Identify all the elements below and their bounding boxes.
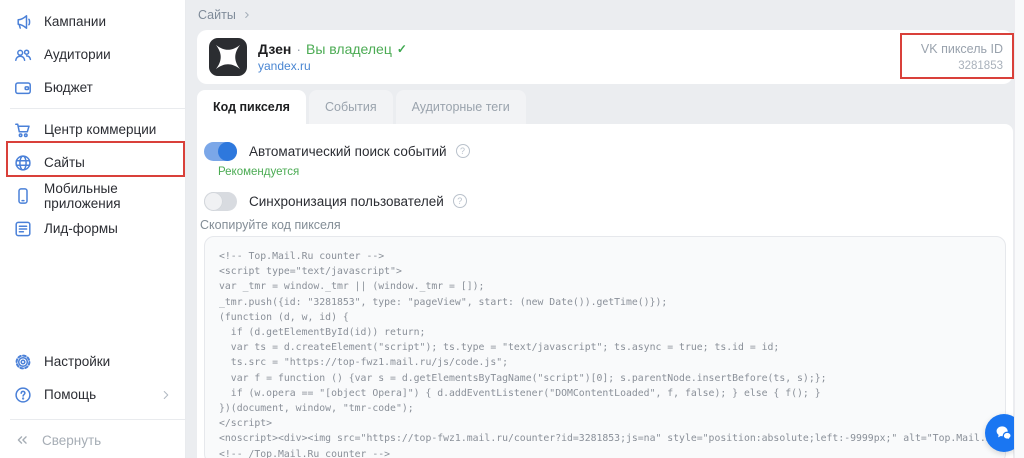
code-line: if (w.opera == "[object Opera]") { d.add… xyxy=(219,386,991,401)
code-line: var f = function () {var s = d.getElemen… xyxy=(219,371,991,386)
breadcrumb-sites-link[interactable]: Сайты xyxy=(198,8,236,22)
audience-icon xyxy=(13,45,33,65)
pixel-code-panel: Автоматический поиск событий ? Рекоменду… xyxy=(197,124,1013,458)
auto-events-label: Автоматический поиск событий xyxy=(249,144,447,159)
auto-events-row: Автоматический поиск событий ? xyxy=(204,141,1006,161)
site-card: Дзен · Вы владелец ✓ yandex.ru VK пиксел… xyxy=(197,30,1013,84)
code-line: ts.src = "https://top-fwz1.mail.ru/js/co… xyxy=(219,355,991,370)
code-line: </script> xyxy=(219,416,991,431)
help-icon[interactable]: ? xyxy=(453,194,467,208)
user-sync-label: Синхронизация пользователей xyxy=(249,194,444,209)
help-icon[interactable]: ? xyxy=(456,144,470,158)
megaphone-icon xyxy=(13,12,33,32)
cart-icon xyxy=(13,120,33,140)
pixel-id-block: VK пиксель ID 3281853 xyxy=(921,42,1003,72)
dzen-logo xyxy=(209,38,247,76)
code-line: if (d.getElementById(id)) return; xyxy=(219,325,991,340)
sidebar-divider xyxy=(10,419,185,420)
collapse-label: Свернуть xyxy=(42,433,101,448)
tab-bar: Код пикселя События Аудиторные теги xyxy=(197,90,1013,124)
sidebar: Кампании Аудитории Бюджет Центр коммерци… xyxy=(0,0,186,458)
code-line: <script type="text/javascript"> xyxy=(219,264,991,279)
site-domain-link[interactable]: yandex.ru xyxy=(258,60,407,72)
tab-events[interactable]: События xyxy=(309,90,393,124)
gear-icon xyxy=(13,352,33,372)
sidebar-item-mobile-apps[interactable]: Мобильные приложения xyxy=(0,179,185,212)
code-line: <noscript><div><img src="https://top-fwz… xyxy=(219,431,991,446)
sidebar-item-label: Настройки xyxy=(44,354,110,369)
chevron-right-icon xyxy=(159,388,173,402)
code-line: var ts = d.createElement("script"); ts.t… xyxy=(219,340,991,355)
sidebar-item-lead-forms[interactable]: Лид-формы xyxy=(0,212,185,245)
sidebar-item-audiences[interactable]: Аудитории xyxy=(0,38,185,71)
pixel-id-value: 3281853 xyxy=(921,60,1003,72)
scrollbar-track[interactable] xyxy=(1014,0,1024,458)
user-sync-toggle[interactable] xyxy=(204,192,237,211)
auto-events-toggle[interactable] xyxy=(204,142,237,161)
sidebar-item-label: Аудитории xyxy=(44,47,111,62)
sidebar-item-sites[interactable]: Сайты xyxy=(0,146,185,179)
chat-bubbles-icon xyxy=(993,422,1015,444)
wallet-icon xyxy=(13,78,33,98)
code-line: <!-- /Top.Mail.Ru counter --> xyxy=(219,447,991,458)
collapse-icon xyxy=(13,431,31,449)
tab-pixel-code[interactable]: Код пикселя xyxy=(197,90,306,124)
code-line: })(document, window, "tmr-code"); xyxy=(219,401,991,416)
separator: · xyxy=(296,42,301,56)
sidebar-divider xyxy=(10,108,185,109)
chevron-right-icon xyxy=(242,10,252,20)
question-icon xyxy=(13,385,33,405)
sidebar-collapse-button[interactable]: Свернуть xyxy=(0,426,185,454)
screen: Кампании Аудитории Бюджет Центр коммерци… xyxy=(0,0,1024,458)
sidebar-item-label: Бюджет xyxy=(44,80,93,95)
copy-code-label: Скопируйте код пикселя xyxy=(200,218,1006,232)
sidebar-nav: Кампании Аудитории Бюджет Центр коммерци… xyxy=(0,0,185,245)
code-line: _tmr.push({id: "3281853", type: "pageVie… xyxy=(219,295,991,310)
globe-icon xyxy=(13,153,33,173)
sidebar-item-label: Сайты xyxy=(44,155,85,170)
sidebar-item-campaigns[interactable]: Кампании xyxy=(0,5,185,38)
sidebar-item-help[interactable]: Помощь xyxy=(0,378,185,411)
recommended-hint: Рекомендуется xyxy=(218,166,1006,178)
sidebar-bottom: Настройки Помощь Свернуть xyxy=(0,345,185,454)
sidebar-item-commerce-center[interactable]: Центр коммерции xyxy=(0,113,185,146)
sidebar-item-budget[interactable]: Бюджет xyxy=(0,71,185,104)
user-sync-row: Синхронизация пользователей ? xyxy=(204,191,1006,211)
tab-audience-tags[interactable]: Аудиторные теги xyxy=(396,90,526,124)
code-line: (function (d, w, id) { xyxy=(219,310,991,325)
pixel-code-box: <!-- Top.Mail.Ru counter --> <script typ… xyxy=(204,236,1006,458)
sidebar-item-settings[interactable]: Настройки xyxy=(0,345,185,378)
sidebar-item-label: Лид-формы xyxy=(44,221,118,236)
site-head: Дзен · Вы владелец ✓ yandex.ru xyxy=(258,42,407,72)
site-name: Дзен xyxy=(258,42,291,56)
pixel-id-label: VK пиксель ID xyxy=(921,42,1003,56)
sidebar-item-label: Центр коммерции xyxy=(44,122,156,137)
lead-forms-icon xyxy=(13,219,33,239)
sidebar-item-label: Кампании xyxy=(44,14,106,29)
owner-verified-icon: ✓ xyxy=(397,43,407,55)
main-content: Сайты Дзен · Вы владелец ✓ yandex.ru VK … xyxy=(186,0,1014,458)
owner-status: Вы владелец xyxy=(306,42,392,56)
code-line: var _tmr = window._tmr || (window._tmr =… xyxy=(219,279,991,294)
sidebar-item-label: Мобильные приложения xyxy=(44,181,173,211)
code-line: <!-- Top.Mail.Ru counter --> xyxy=(219,249,991,264)
breadcrumb: Сайты xyxy=(198,7,1013,22)
sidebar-item-label: Помощь xyxy=(44,387,96,402)
mobile-icon xyxy=(13,186,33,206)
